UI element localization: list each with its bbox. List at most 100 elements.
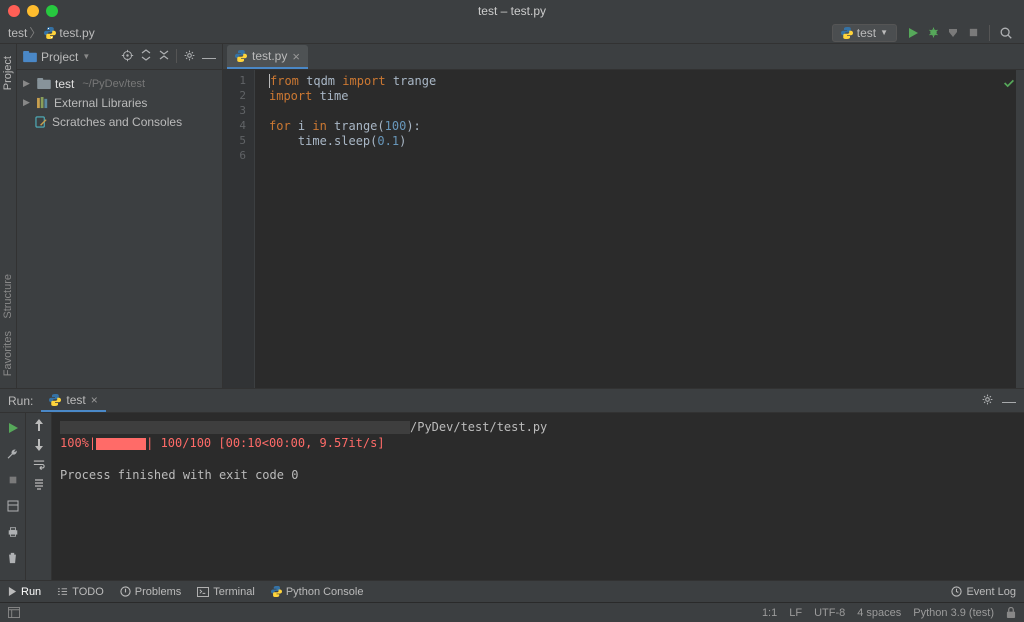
gear-icon[interactable]: [981, 393, 994, 409]
structure-tool-tab[interactable]: Structure: [1, 268, 15, 325]
tool-windows-button[interactable]: [8, 607, 20, 618]
navigation-bar: test 〉 test.py test ▼: [0, 22, 1024, 44]
tree-scratches[interactable]: Scratches and Consoles: [17, 112, 222, 131]
console-exit-line: Process finished with exit code 0: [60, 467, 1016, 483]
line-separator[interactable]: LF: [789, 607, 802, 619]
breadcrumb-file[interactable]: test.py: [59, 26, 94, 40]
close-tab-icon[interactable]: ×: [91, 393, 98, 407]
problems-tool-tab[interactable]: Problems: [120, 586, 181, 598]
editor-area: test.py × 1 2 3 4 5 6 from tqdm import t…: [223, 44, 1024, 388]
python-interpreter[interactable]: Python 3.9 (test): [913, 607, 994, 619]
run-tool-window: Run: test × — /PyDev/test/test.py 1: [0, 388, 1024, 580]
run-icon: [8, 587, 17, 596]
scratches-icon: [35, 116, 48, 128]
close-tab-icon[interactable]: ×: [292, 49, 300, 64]
print-icon[interactable]: [4, 523, 22, 541]
python-file-icon: [841, 27, 853, 39]
gear-icon[interactable]: [183, 49, 196, 65]
todo-tool-tab[interactable]: TODO: [57, 586, 104, 598]
run-button[interactable]: [903, 23, 923, 43]
wrench-icon[interactable]: [4, 445, 22, 463]
editor-tab-bar: test.py ×: [223, 44, 1024, 70]
editor-body[interactable]: 1 2 3 4 5 6 from tqdm import trange impo…: [223, 70, 1024, 388]
rerun-button[interactable]: [4, 419, 22, 437]
line-number: 1: [223, 74, 254, 89]
down-arrow-icon[interactable]: [34, 439, 44, 451]
tree-root-label: test: [55, 77, 74, 91]
project-icon: [23, 51, 37, 63]
project-tool-window: Project ▼ — ▶ test ~/PyDev/test ▶: [17, 44, 223, 388]
editor-tab[interactable]: test.py ×: [227, 45, 308, 69]
python-console-tool-tab[interactable]: Python Console: [271, 586, 364, 598]
status-bar: 1:1 LF UTF-8 4 spaces Python 3.9 (test): [0, 602, 1024, 622]
todo-icon: [57, 587, 68, 597]
debug-button[interactable]: [923, 23, 943, 43]
tree-external-libraries[interactable]: ▶ External Libraries: [17, 93, 222, 112]
event-log-tool-tab[interactable]: Event Log: [951, 586, 1016, 598]
search-everywhere-button[interactable]: [996, 23, 1016, 43]
collapse-all-icon[interactable]: [158, 49, 170, 65]
folder-icon: [37, 78, 51, 89]
run-tool-tab[interactable]: Run: [8, 586, 41, 598]
run-console-toolbar: [26, 413, 52, 580]
run-configuration-name: test: [857, 26, 876, 40]
layout-button[interactable]: [4, 497, 22, 515]
console-progress-line: 100%|| 100/100 [00:10<00:00, 9.57it/s]: [60, 435, 1016, 451]
run-body: /PyDev/test/test.py 100%|| 100/100 [00:1…: [0, 413, 1024, 580]
run-tab-label: test: [66, 393, 85, 407]
stop-button[interactable]: [963, 23, 983, 43]
event-log-icon: [951, 586, 962, 597]
bottom-tool-tabs: Run TODO Problems Terminal Python Consol…: [0, 580, 1024, 602]
chevron-down-icon: ▼: [880, 28, 888, 37]
python-file-icon: [44, 27, 56, 39]
trash-icon[interactable]: [4, 549, 22, 567]
editor-gutter[interactable]: 1 2 3 4 5 6: [223, 70, 255, 388]
error-stripe[interactable]: [1016, 70, 1024, 388]
editor-tab-label: test.py: [252, 49, 287, 63]
inspection-ok-icon[interactable]: [1002, 76, 1016, 90]
chevron-down-icon: ▼: [82, 52, 90, 61]
line-number: 4: [223, 119, 254, 134]
run-tab[interactable]: test ×: [41, 390, 105, 412]
file-encoding[interactable]: UTF-8: [814, 607, 845, 619]
soft-wrap-icon[interactable]: [33, 459, 45, 470]
left-tool-strip: Project Structure Favorites: [0, 44, 17, 388]
run-configuration-selector[interactable]: test ▼: [832, 24, 897, 42]
redacted-block: [60, 421, 410, 434]
run-header-label: Run:: [8, 394, 33, 408]
separator: [989, 25, 990, 41]
project-tree[interactable]: ▶ test ~/PyDev/test ▶ External Libraries…: [17, 70, 222, 135]
line-number: 6: [223, 149, 254, 164]
terminal-tool-tab[interactable]: Terminal: [197, 586, 255, 598]
project-tool-tab[interactable]: Project: [1, 50, 15, 96]
stop-run-button[interactable]: [4, 471, 22, 489]
main-area: Project Structure Favorites Project ▼ — …: [0, 44, 1024, 388]
lock-icon[interactable]: [1006, 607, 1016, 619]
up-arrow-icon[interactable]: [34, 419, 44, 431]
locate-file-icon[interactable]: [121, 49, 134, 65]
python-file-icon: [49, 394, 61, 406]
run-actions-toolbar: [0, 413, 26, 580]
caret-position[interactable]: 1:1: [762, 607, 777, 619]
library-icon: [37, 97, 50, 109]
indent-setting[interactable]: 4 spaces: [857, 607, 901, 619]
hide-panel-icon[interactable]: —: [202, 49, 216, 65]
favorites-tool-tab[interactable]: Favorites: [1, 325, 15, 382]
tree-root[interactable]: ▶ test ~/PyDev/test: [17, 74, 222, 93]
code-editor[interactable]: from tqdm import trange import time for …: [255, 70, 1016, 388]
breadcrumb-project[interactable]: test: [8, 26, 27, 40]
chevron-right-icon: ▶: [23, 78, 33, 89]
project-panel-title[interactable]: Project: [41, 50, 78, 64]
run-console[interactable]: /PyDev/test/test.py 100%|| 100/100 [00:1…: [52, 413, 1024, 580]
window-title: test – test.py: [0, 4, 1024, 18]
python-file-icon: [235, 50, 247, 62]
expand-all-icon[interactable]: [140, 49, 152, 65]
line-number: 2: [223, 89, 254, 104]
line-number: 5: [223, 134, 254, 149]
scroll-to-end-icon[interactable]: [33, 478, 45, 490]
run-tool-header: Run: test × —: [0, 389, 1024, 413]
project-panel-header: Project ▼ —: [17, 44, 222, 70]
tree-scratches-label: Scratches and Consoles: [52, 115, 182, 129]
hide-panel-icon[interactable]: —: [1002, 393, 1016, 409]
run-with-coverage-button[interactable]: [943, 23, 963, 43]
